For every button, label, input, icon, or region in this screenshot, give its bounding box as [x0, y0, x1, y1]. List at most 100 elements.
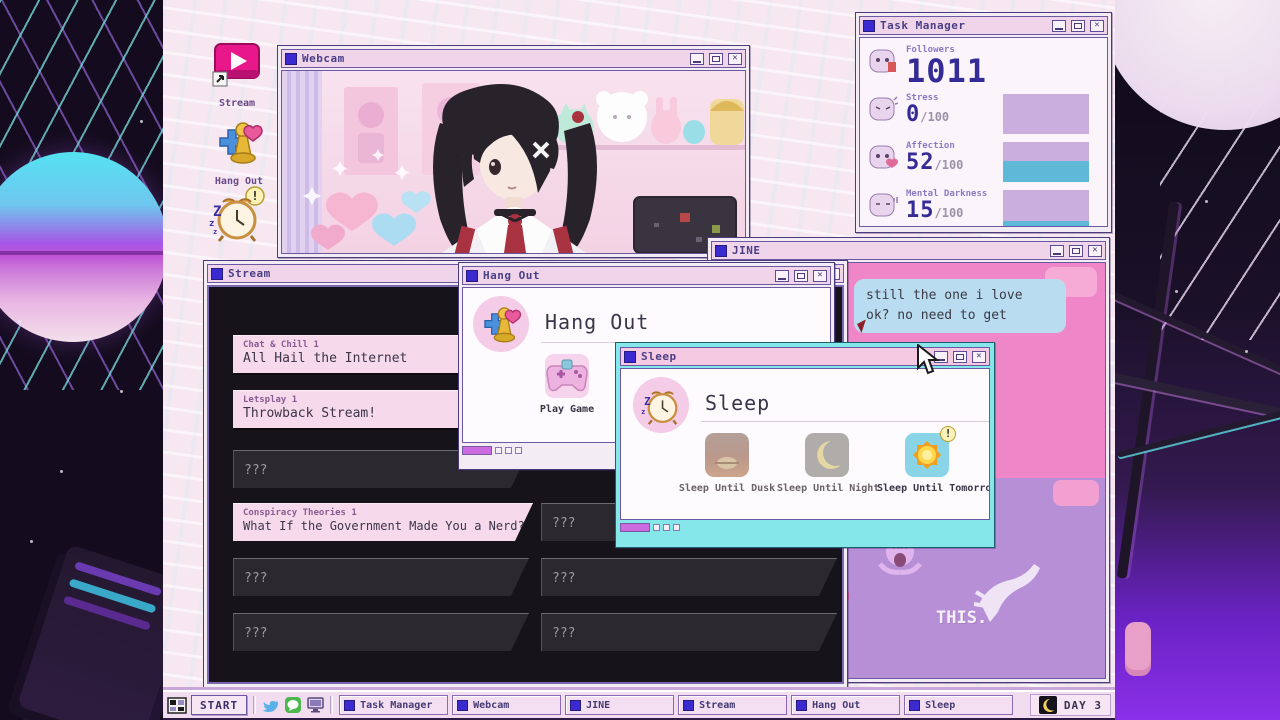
maximize-button[interactable] — [1071, 20, 1085, 32]
tweeter-icon[interactable] — [262, 696, 280, 714]
window-icon — [909, 700, 920, 711]
affection-bar — [1003, 142, 1089, 182]
window-title: Sleep — [641, 351, 677, 362]
taskbar-button-label: Task Manager — [360, 700, 432, 711]
stress-face-icon — [868, 94, 898, 122]
stream-option-locked[interactable]: ??? — [233, 613, 529, 651]
taskbar: START Task Manager Webcam JINE Stream Ha… — [163, 690, 1115, 718]
stream-option-locked[interactable]: ??? — [233, 558, 529, 596]
play-game-option[interactable]: Play Game — [517, 354, 617, 415]
stream-category: Conspiracy Theories 1 — [243, 508, 525, 519]
sleep-until-night-option[interactable]: Sleep Until Night — [777, 433, 877, 494]
stream-option-conspiracy[interactable]: Conspiracy Theories 1 What If the Govern… — [233, 503, 533, 541]
taskbar-button-label: Stream — [699, 700, 735, 711]
taskbar-button-task-manager[interactable]: Task Manager — [339, 695, 448, 715]
taskbar-separator — [253, 696, 256, 714]
start-label: START — [200, 699, 238, 712]
task-manager-content: Followers 1011 Stress 0/100 — [859, 37, 1108, 227]
start-button[interactable]: START — [191, 695, 247, 715]
stat-followers: Followers 1011 — [868, 46, 1099, 89]
window-icon — [211, 268, 223, 280]
hang-out-icon — [213, 116, 265, 168]
webcam-titlebar[interactable]: Webcam — [281, 49, 746, 68]
stream-option-locked[interactable]: ??? — [541, 613, 837, 651]
stream-title-text: ??? — [244, 626, 267, 642]
sleep-until-tomorrow-option[interactable]: ! Sleep Until Tomorrow — [877, 433, 977, 494]
taskbar-button-webcam[interactable]: Webcam — [452, 695, 561, 715]
sleep-until-dusk-option[interactable]: Sleep Until Dusk — [677, 433, 777, 494]
task-manager-titlebar[interactable]: Task Manager — [859, 16, 1108, 35]
sleep-option-label: Sleep Until Tomorrow — [877, 483, 977, 494]
taskbar-separator — [330, 696, 333, 714]
close-button[interactable] — [972, 351, 986, 363]
sleep-header-icon: Z z — [633, 377, 689, 433]
stat-suffix: /100 — [935, 206, 964, 220]
minimize-button[interactable] — [1050, 245, 1064, 257]
close-button[interactable] — [1090, 20, 1104, 32]
sleep-option-label: Sleep Until Dusk — [677, 483, 777, 494]
stat-affection: Affection 52/100 — [868, 142, 1099, 174]
maximize-button[interactable] — [709, 53, 723, 65]
tomorrow-sun-icon: ! — [905, 433, 949, 477]
hang-out-titlebar[interactable]: Hang Out — [462, 266, 831, 285]
followers-face-icon — [868, 46, 898, 74]
stream-title-text: What If the Government Made You a Nerd? — [243, 519, 525, 533]
dusk-icon — [705, 433, 749, 477]
maximize-button[interactable] — [953, 351, 967, 363]
moon-day-icon — [1039, 696, 1057, 714]
taskbar-button-jine[interactable]: JINE — [565, 695, 674, 715]
chat-app-icon[interactable] — [284, 696, 302, 714]
sticker-this[interactable]: THIS. — [936, 608, 987, 628]
maximize-button[interactable] — [794, 270, 808, 282]
game-controller-icon — [545, 354, 589, 398]
stat-value: 52 — [906, 150, 935, 175]
window-status-bar — [620, 522, 990, 533]
night-icon — [805, 433, 849, 477]
desktop-icon-sleep[interactable]: ! Z z z — [203, 186, 267, 254]
stat-stress: Stress 0/100 — [868, 94, 1099, 126]
jine-titlebar[interactable]: JINE — [711, 241, 1106, 260]
game-screen: Stream Hang Out ! Z z — [0, 0, 1280, 720]
stream-option-locked[interactable]: ??? — [541, 558, 837, 596]
alarm-clock-icon: ! Z z z — [205, 186, 265, 246]
alert-badge: ! — [940, 426, 956, 442]
stream-title-text: ??? — [244, 463, 267, 479]
affection-face-icon — [868, 142, 898, 170]
window-icon — [624, 351, 636, 363]
window-icon — [344, 700, 355, 711]
window-icon — [683, 700, 694, 711]
stat-suffix: /100 — [935, 158, 964, 172]
received-message-bubble: still the one i love ok? no need to get — [854, 279, 1066, 333]
close-button[interactable] — [813, 270, 827, 282]
maximize-button[interactable] — [1069, 245, 1083, 257]
minimize-button[interactable] — [1052, 20, 1066, 32]
window-icon — [466, 270, 478, 282]
desktop-icon-stream[interactable]: Stream — [205, 40, 269, 109]
sleep-option-label: Sleep Until Night — [777, 483, 877, 494]
progress-chip — [462, 446, 492, 455]
minimize-button[interactable] — [775, 270, 789, 282]
minimize-button[interactable] — [690, 53, 704, 65]
desktop-icon-hang-out[interactable]: Hang Out — [207, 116, 271, 187]
window-icon — [570, 700, 581, 711]
svg-text:!: ! — [251, 189, 258, 203]
taskbar-button-label: Hang Out — [812, 700, 860, 711]
desktop-show-icon[interactable] — [306, 696, 324, 714]
desktop: Stream Hang Out ! Z z — [163, 0, 1115, 720]
close-button[interactable] — [728, 53, 742, 65]
bubble-tail — [848, 315, 866, 333]
close-button[interactable] — [1088, 245, 1102, 257]
start-logo-icon — [167, 695, 187, 715]
taskbar-button-sleep[interactable]: Sleep — [904, 695, 1013, 715]
taskbar-button-hang-out[interactable]: Hang Out — [791, 695, 900, 715]
mouse-cursor — [916, 344, 940, 376]
task-manager-window: Task Manager Followers 1011 — [855, 12, 1112, 233]
sleep-content: Z z Sleep Sleep Until Dusk — [620, 368, 990, 520]
progress-chip — [620, 523, 650, 532]
svg-text:z: z — [641, 408, 645, 416]
system-tray: DAY 3 — [1030, 694, 1111, 716]
window-icon — [285, 53, 297, 65]
taskbar-button-stream[interactable]: Stream — [678, 695, 787, 715]
window-title: Stream — [228, 268, 271, 279]
stream-play-icon — [211, 40, 263, 90]
